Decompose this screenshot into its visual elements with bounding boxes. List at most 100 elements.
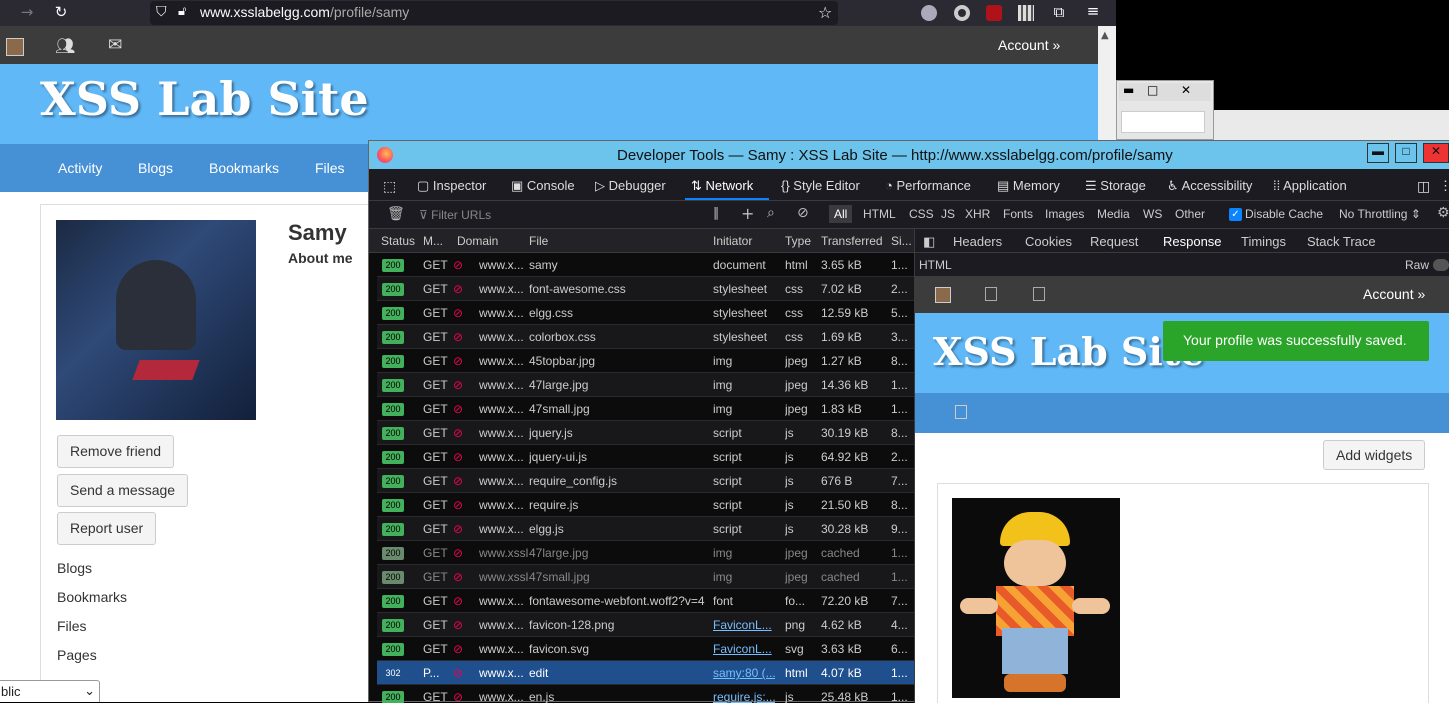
nav-item-files[interactable]: Files [315, 160, 345, 176]
tab-memory[interactable]: ▤ Memory [997, 178, 1060, 194]
type-all[interactable]: All [829, 205, 853, 223]
tab-console[interactable]: ▣ Console [511, 178, 575, 194]
type-images[interactable]: Images [1045, 207, 1084, 221]
close-icon[interactable]: ✕ [1181, 83, 1191, 97]
element-picker-icon[interactable]: ⬚ [383, 178, 396, 195]
sidebar-link-pages[interactable]: Pages [57, 647, 97, 663]
extensions-puzzle-icon[interactable]: ⧉ [1048, 3, 1070, 21]
sidebar-link-bookmarks[interactable]: Bookmarks [57, 589, 127, 605]
col-status[interactable]: Status [381, 234, 415, 248]
table-row[interactable]: 200 ⊘ GET www.xssl...47small.jpg img jpeg cach… [377, 565, 914, 589]
friends-icon[interactable]: 👥︎ [55, 36, 75, 55]
disable-cache-checkbox[interactable]: ✓ [1229, 208, 1242, 221]
table-row[interactable]: 200 ⊘ GET www.x... en.js require.js:... js 25.4… [377, 685, 914, 703]
table-row[interactable]: 200 ⊘ GET www.x... elgg.js script js 30.28 kB 9.… [377, 517, 914, 541]
col-file[interactable]: File [529, 234, 548, 248]
account-menu[interactable]: Account » [998, 37, 1060, 53]
table-row[interactable]: 200 ⊘ GET www.x... favicon.svg FaviconL... svg… [377, 637, 914, 661]
tab-stack-trace[interactable]: Stack Trace [1307, 234, 1376, 249]
table-row[interactable]: 200 ⊘ GET www.x... require_config.js script js… [377, 469, 914, 493]
search-icon[interactable]: ⌕ [767, 205, 775, 221]
trash-icon[interactable]: 🗑︎ [387, 206, 405, 222]
tab-storage[interactable]: ☰ Storage [1085, 178, 1146, 194]
table-row[interactable]: 200 ⊘ GET www.xssl...47large.jpg img jpeg cach… [377, 541, 914, 565]
tab-accessibility[interactable]: ♿︎ Accessibility [1167, 178, 1252, 194]
settings-gear-icon[interactable]: ⚙ [1437, 205, 1449, 221]
url-text[interactable]: www.xsslabelgg.com/profile/samy [200, 4, 409, 20]
col-size[interactable]: Si... [891, 234, 912, 248]
sidebar-toggle-icon[interactable]: ◧ [923, 234, 935, 250]
scroll-up-icon[interactable]: ▲ [1101, 30, 1109, 41]
table-row[interactable]: 302 ⊘ P... www.x... edit samy:80 (... html 4.07… [377, 661, 914, 685]
maximize-icon[interactable]: □ [1395, 143, 1417, 163]
throttling-select[interactable]: No Throttling ⇕ [1339, 207, 1421, 221]
report-user-button[interactable]: Report user [57, 512, 157, 545]
access-select[interactable]: blic ⌄ [0, 680, 100, 702]
reload-icon[interactable]: ↻ [50, 3, 72, 21]
minimize-icon[interactable]: ▬ [1367, 143, 1389, 163]
table-row[interactable]: 200 ⊘ GET www.x... 45topbar.jpg img jpeg 1.27 k… [377, 349, 914, 373]
more-icon[interactable]: ⋮ [1439, 178, 1449, 194]
col-transferred[interactable]: Transferred [821, 234, 883, 248]
tab-headers[interactable]: Headers [953, 234, 1002, 249]
maximize-icon[interactable]: □ [1147, 83, 1158, 97]
table-row[interactable]: 200 ⊘ GET www.x... fontawesome-webfont.woff2… [377, 589, 914, 613]
menu-icon[interactable]: ≡ [1082, 2, 1104, 20]
shield-icon[interactable]: ⛉ [156, 4, 167, 20]
type-js[interactable]: JS [941, 207, 955, 221]
forward-icon[interactable]: → [16, 3, 38, 21]
lock-icon[interactable]: 🔓︎ [178, 4, 186, 19]
table-row[interactable]: 200 ⊘ GET www.x... jquery.js script js 30.19 kB… [377, 421, 914, 445]
site-title[interactable]: XSS Lab Site [40, 72, 369, 126]
nav-item-activity[interactable]: Activity [58, 160, 102, 176]
table-row[interactable]: 200 ⊘ GET www.x... 47large.jpg img jpeg 14.36 k… [377, 373, 914, 397]
ublock-icon[interactable] [986, 5, 1002, 21]
tab-style-editor[interactable]: {} Style Editor [781, 178, 860, 193]
sidebar-link-files[interactable]: Files [57, 618, 87, 634]
table-row[interactable]: 200 ⊘ GET www.x... favicon-128.png FaviconL..… [377, 613, 914, 637]
tab-request[interactable]: Request [1090, 234, 1138, 249]
tab-network[interactable]: ⇅ Network [691, 178, 753, 194]
add-icon[interactable]: + [741, 204, 754, 223]
close-icon[interactable]: ✕ [1423, 143, 1449, 163]
table-row[interactable]: 200 ⊘ GET www.x... samy document html 3.65 kB 1.… [377, 253, 914, 277]
type-css[interactable]: CSS [909, 207, 934, 221]
block-icon[interactable]: ⊘ [797, 205, 809, 221]
mail-icon[interactable]: ✉ [108, 35, 122, 55]
type-ws[interactable]: WS [1143, 207, 1162, 221]
col-initiator[interactable]: Initiator [713, 234, 752, 248]
table-row[interactable]: 200 ⊘ GET www.x... require.js script js 21.50 k… [377, 493, 914, 517]
send-message-button[interactable]: Send a message [57, 474, 189, 507]
sidebar-link-blogs[interactable]: Blogs [57, 560, 92, 576]
nav-item-bookmarks[interactable]: Bookmarks [209, 160, 279, 176]
raw-toggle[interactable] [1433, 259, 1449, 271]
type-xhr[interactable]: XHR [965, 207, 990, 221]
dock-icon[interactable]: ◫ [1417, 178, 1430, 195]
tab-cookies[interactable]: Cookies [1025, 234, 1072, 249]
col-type[interactable]: Type [785, 234, 811, 248]
type-html[interactable]: HTML [863, 207, 896, 221]
record-icon[interactable] [954, 5, 970, 21]
tab-response[interactable]: Response [1163, 234, 1222, 255]
table-row[interactable]: 200 ⊘ GET www.x... elgg.css stylesheet css 12.5… [377, 301, 914, 325]
remove-friend-button[interactable]: Remove friend [57, 435, 175, 468]
tab-performance[interactable]: ◔ Performance [885, 178, 971, 193]
nav-item-blogs[interactable]: Blogs [138, 160, 173, 176]
table-row[interactable]: 200 ⊘ GET www.x... 47small.jpg img jpeg 1.83 kB… [377, 397, 914, 421]
table-row[interactable]: 200 ⊘ GET www.x... colorbox.css stylesheet css… [377, 325, 914, 349]
bookmark-star-icon[interactable]: ☆ [818, 3, 832, 22]
type-media[interactable]: Media [1097, 207, 1130, 221]
tab-debugger[interactable]: ▷ Debugger [595, 178, 666, 194]
disable-cache-label[interactable]: Disable Cache [1245, 207, 1323, 221]
col-method[interactable]: M... [423, 234, 443, 248]
minimize-icon[interactable]: ▬ [1123, 83, 1134, 97]
tab-application[interactable]: ⁞⁞ Application [1273, 178, 1347, 193]
tab-inspector[interactable]: ▢ Inspector [417, 178, 486, 194]
type-fonts[interactable]: Fonts [1003, 207, 1033, 221]
tab-timings[interactable]: Timings [1241, 234, 1286, 249]
qr-icon[interactable] [1018, 5, 1034, 21]
table-row[interactable]: 200 ⊘ GET www.x... font-awesome.css styleshee… [377, 277, 914, 301]
extension-icon[interactable] [921, 5, 937, 21]
pause-icon[interactable]: ∥ [713, 206, 720, 221]
filter-urls-input[interactable]: ⊽ Filter URLs [419, 208, 491, 222]
